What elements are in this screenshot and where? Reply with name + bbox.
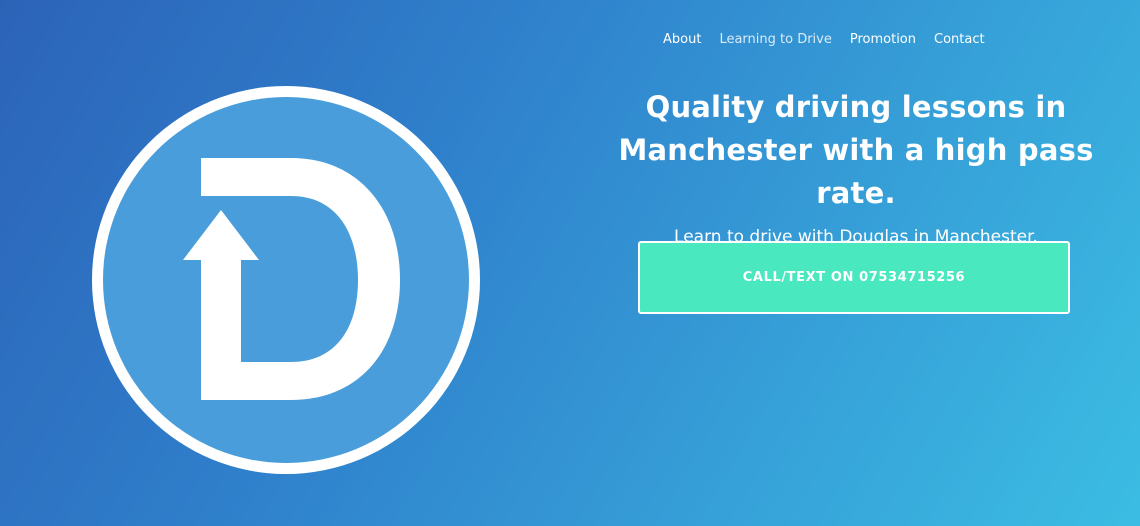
logo — [86, 80, 486, 480]
top-nav: About Learning to Drive Promotion Contac… — [663, 31, 1003, 49]
d-arrow-logo-icon — [92, 86, 480, 474]
nav-learning-to-drive[interactable]: Learning to Drive — [719, 31, 831, 49]
call-text-button[interactable]: CALL/TEXT ON 07534715256 — [638, 241, 1070, 314]
nav-contact[interactable]: Contact — [934, 31, 985, 49]
call-text-button-label: CALL/TEXT ON 07534715256 — [742, 270, 966, 285]
hero: Quality driving lessons in Manchester wi… — [580, 86, 1132, 249]
hero-title: Quality driving lessons in Manchester wi… — [618, 90, 1094, 210]
nav-promotion[interactable]: Promotion — [850, 31, 916, 49]
nav-about[interactable]: About — [663, 31, 701, 49]
